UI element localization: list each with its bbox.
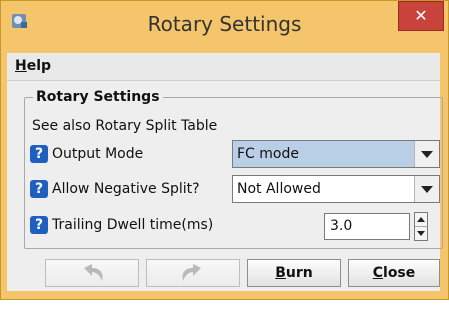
output-mode-select[interactable]: FC mode bbox=[232, 140, 440, 168]
close-button[interactable]: Close bbox=[348, 259, 440, 287]
output-mode-value: FC mode bbox=[237, 146, 299, 162]
trailing-dwell-input[interactable]: 3.0 bbox=[324, 213, 410, 240]
undo-icon bbox=[84, 264, 103, 281]
window-title: Rotary Settings bbox=[147, 12, 302, 36]
group-legend: Rotary Settings bbox=[33, 89, 163, 105]
burn-button[interactable]: Burn bbox=[247, 259, 341, 287]
redo-button[interactable] bbox=[146, 259, 240, 287]
allow-negative-split-select[interactable]: Not Allowed bbox=[232, 175, 440, 203]
menu-bar: Help bbox=[7, 53, 440, 81]
spin-up-icon[interactable] bbox=[415, 213, 427, 227]
redo-icon bbox=[182, 264, 201, 281]
allow-negative-split-value: Not Allowed bbox=[237, 181, 321, 197]
spin-down-icon[interactable] bbox=[415, 227, 427, 240]
trailing-dwell-label: Trailing Dwell time(ms) bbox=[52, 217, 214, 233]
trailing-dwell-stepper bbox=[414, 212, 428, 241]
help-icon[interactable]: ? bbox=[30, 145, 48, 163]
menu-help-mnemonic: H bbox=[15, 58, 27, 74]
menu-help-label: elp bbox=[26, 58, 52, 74]
close-mnemonic: C bbox=[372, 265, 384, 281]
menu-help[interactable]: Help bbox=[11, 53, 55, 80]
undo-button[interactable] bbox=[45, 259, 139, 287]
title-bar[interactable]: Rotary Settings ✕ bbox=[1, 1, 448, 47]
close-window-button[interactable]: ✕ bbox=[398, 1, 444, 31]
burn-mnemonic: B bbox=[275, 265, 286, 281]
burn-label: urn bbox=[285, 265, 313, 281]
see-also-text: See also Rotary Split Table bbox=[32, 118, 218, 134]
chevron-down-icon[interactable] bbox=[414, 176, 439, 202]
close-label: lose bbox=[383, 265, 416, 281]
allow-negative-split-label: Allow Negative Split? bbox=[52, 181, 200, 197]
trailing-dwell-value: 3.0 bbox=[330, 218, 353, 234]
help-icon[interactable]: ? bbox=[30, 180, 48, 198]
output-mode-label: Output Mode bbox=[52, 146, 144, 162]
help-icon[interactable]: ? bbox=[30, 216, 48, 234]
chevron-down-icon[interactable] bbox=[414, 141, 439, 167]
